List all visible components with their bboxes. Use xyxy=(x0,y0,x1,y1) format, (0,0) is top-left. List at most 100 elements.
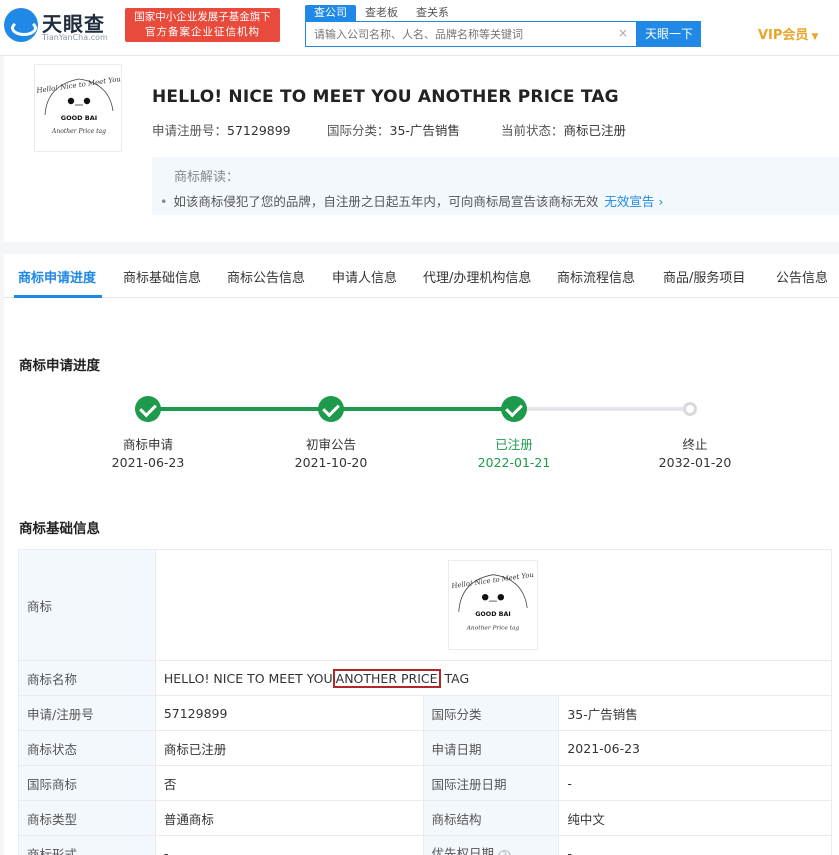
vip-label: VIP会员 xyxy=(758,28,809,43)
meta-reg-no-label: 申请注册号： xyxy=(152,123,228,138)
tab-basic-info[interactable]: 商标基础信息 xyxy=(123,267,201,286)
tab-announcement-info[interactable]: 商标公告信息 xyxy=(227,267,305,286)
step-3-date: 2022-01-21 xyxy=(477,455,551,470)
trademark-title: HELLO! NICE TO MEET YOU ANOTHER PRICE TA… xyxy=(152,87,619,107)
tab-process-info[interactable]: 商标流程信息 xyxy=(557,267,635,286)
search-tab-relation[interactable]: 查关系 xyxy=(407,5,458,21)
gov-badge-line1: 国家中小企业发展子基金旗下 xyxy=(134,11,271,23)
table-value: 35-广告销售 xyxy=(558,695,832,731)
trademark-logo-thumbnail[interactable]: Hello! Nice to Meet You GOOD BAI Another… xyxy=(34,64,122,152)
interpretation-text: 如该商标侵犯了您的品牌，自注册之日起五年内，可向商标局宣告该商标无效 xyxy=(173,194,599,209)
table-key: 国际分类 xyxy=(422,695,560,731)
tab-goods-services[interactable]: 商品/服务项目 xyxy=(663,267,745,286)
table-key: 申请日期 xyxy=(422,730,560,766)
clear-icon[interactable]: × xyxy=(618,26,628,40)
basic-info-section-title: 商标基础信息 xyxy=(19,521,100,537)
search-button[interactable]: 天眼一下 xyxy=(637,21,701,47)
step-4-pending-icon xyxy=(683,402,697,416)
table-key: 优先权日期? xyxy=(422,835,560,855)
table-key: 申请/注册号 xyxy=(18,695,156,731)
meta-class: 国际分类：35-广告销售 xyxy=(327,120,460,139)
step-2-check-icon xyxy=(318,396,344,422)
main-content: 商标申请进度 商标申请 初审公告 已注册 终止 2021-06-23 2021-… xyxy=(4,298,839,855)
svg-text:Hello! Nice to Meet You: Hello! Nice to Meet You xyxy=(450,571,534,591)
name-part-before: HELLO! NICE TO MEET YOU xyxy=(163,670,333,686)
meta-status-label: 当前状态： xyxy=(501,123,564,138)
svg-text:Another Price tag: Another Price tag xyxy=(466,625,520,631)
table-value: 57129899 xyxy=(154,695,424,731)
site-logo[interactable]: 天眼查 TianYanCha.com xyxy=(4,6,120,46)
tab-application-progress[interactable]: 商标申请进度 xyxy=(18,267,96,286)
table-row: 申请/注册号 57129899 国际分类 35-广告销售 xyxy=(18,695,832,731)
meta-class-label: 国际分类： xyxy=(327,123,390,138)
table-value: - xyxy=(154,835,424,855)
trademark-detail-page: 天眼查 TianYanCha.com 国家中小企业发展子基金旗下 官方备案企业征… xyxy=(0,0,839,855)
table-value: - xyxy=(558,765,832,801)
help-icon[interactable]: ? xyxy=(498,850,512,855)
table-key: 商标类型 xyxy=(18,800,156,836)
table-value: 商标已注册 xyxy=(154,730,424,766)
trademark-logo-image: Hello! Nice to Meet You GOOD BAI Another… xyxy=(35,75,122,135)
progress-line-pending xyxy=(514,407,690,411)
meta-status-value: 商标已注册 xyxy=(563,123,627,138)
tab-applicant-info[interactable]: 申请人信息 xyxy=(332,267,397,286)
bullet-dot: • xyxy=(160,194,168,209)
chevron-right-icon: › xyxy=(658,194,664,209)
table-value: - xyxy=(558,835,832,855)
eye-logo-icon xyxy=(4,8,38,42)
invalidation-link[interactable]: 无效宣告 › xyxy=(604,194,663,209)
table-value: 否 xyxy=(154,765,424,801)
step-3-check-icon xyxy=(501,396,527,422)
svg-text:Hello! Nice to Meet You: Hello! Nice to Meet You xyxy=(35,75,122,95)
table-key: 商标名称 xyxy=(18,660,156,696)
meta-status: 当前状态：商标已注册 xyxy=(501,120,626,139)
meta-class-value: 35-广告销售 xyxy=(389,123,460,138)
step-1-date: 2021-06-23 xyxy=(111,455,185,470)
search-tabs: 查公司 查老板 查关系 xyxy=(305,5,458,21)
table-key: 商标状态 xyxy=(18,730,156,766)
gov-badge-line2: 官方备案企业征信机构 xyxy=(145,26,260,38)
table-row: 国际商标 否 国际注册日期 - xyxy=(18,765,832,801)
table-row: 商标状态 商标已注册 申请日期 2021-06-23 xyxy=(18,730,832,766)
meta-reg-no: 申请注册号：57129899 xyxy=(152,120,291,139)
table-key: 国际注册日期 xyxy=(422,765,560,801)
table-value: Hello! Nice to Meet You GOOD BAI Another… xyxy=(154,549,833,661)
trademark-name-value: HELLO! NICE TO MEET YOU ANOTHER PRICE TAG xyxy=(154,660,833,696)
tab-announcements[interactable]: 公告信息 xyxy=(776,267,828,286)
table-key: 商标 xyxy=(18,549,156,661)
meta-reg-no-value: 57129899 xyxy=(227,123,291,138)
trademark-summary-card: Hello! Nice to Meet You GOOD BAI Another… xyxy=(4,56,839,242)
table-value: 2021-06-23 xyxy=(558,730,832,766)
step-2-label: 初审公告 xyxy=(305,437,356,452)
search-tab-company[interactable]: 查公司 xyxy=(305,5,356,21)
search-tab-boss[interactable]: 查老板 xyxy=(356,5,407,21)
invalidation-link-label: 无效宣告 xyxy=(604,194,655,209)
priority-date-label: 优先权日期 xyxy=(431,846,495,855)
table-key: 商标形式 xyxy=(18,835,156,855)
table-key: 商标结构 xyxy=(422,800,560,836)
tab-agency-info[interactable]: 代理/办理机构信息 xyxy=(423,267,531,286)
search-box: × xyxy=(305,21,637,47)
trademark-interpretation: 商标解读： • 如该商标侵犯了您的品牌，自注册之日起五年内，可向商标局宣告该商标无… xyxy=(152,157,839,215)
name-part-after: TAG xyxy=(444,670,470,686)
vip-menu[interactable]: VIP会员 ▼ xyxy=(758,24,818,43)
gov-badge: 国家中小企业发展子基金旗下 官方备案企业征信机构 xyxy=(125,8,280,42)
step-1-label: 商标申请 xyxy=(122,437,173,452)
step-1-check-icon xyxy=(135,396,161,422)
svg-text:Another Price tag: Another Price tag xyxy=(51,128,106,135)
interpretation-body: • 如该商标侵犯了您的品牌，自注册之日起五年内，可向商标局宣告该商标无效 无效宣告 … xyxy=(160,191,663,210)
step-4-date: 2032-01-20 xyxy=(658,455,732,470)
table-value: 纯中文 xyxy=(558,800,832,836)
table-row: 商标 Hello! Nice to Meet You GOOD BAI Anot… xyxy=(18,549,833,661)
basic-info-table: 商标 Hello! Nice to Meet You GOOD BAI Anot… xyxy=(18,549,833,855)
svg-text:GOOD BAI: GOOD BAI xyxy=(476,611,512,618)
table-key: 国际商标 xyxy=(18,765,156,801)
caret-down-icon: ▼ xyxy=(811,32,819,42)
trademark-logo-large[interactable]: Hello! Nice to Meet You GOOD BAI Another… xyxy=(448,560,539,650)
detail-tabs: 商标申请进度 商标基础信息 商标公告信息 申请人信息 代理/办理机构信息 商标流… xyxy=(4,254,839,298)
table-row: 商标名称 HELLO! NICE TO MEET YOU ANOTHER PRIC… xyxy=(18,660,833,696)
interpretation-heading: 商标解读： xyxy=(174,170,240,185)
step-2-date: 2021-10-20 xyxy=(294,455,368,470)
search-input[interactable] xyxy=(306,22,606,46)
table-row: 商标形式 - 优先权日期? - xyxy=(18,835,832,855)
